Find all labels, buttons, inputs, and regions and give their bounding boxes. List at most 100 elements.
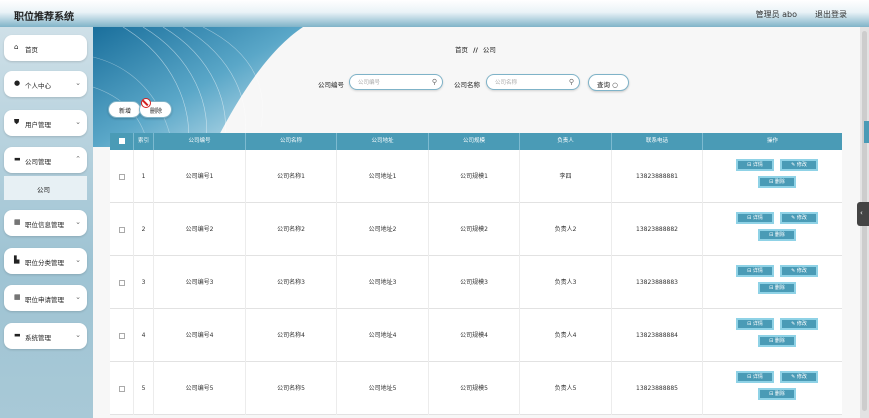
column-header: 公司名称 [246,133,337,150]
cell-company-address: 公司地址2 [337,203,429,256]
row-delete-button-label: ⊟ 删除 [769,338,785,344]
cell-phone: 13823888883 [612,256,703,309]
cell-company-code: 公司编号5 [154,362,246,415]
sidebar-item-job-application-management[interactable]: ▦ 职位申请管理 ⌄ [4,285,87,311]
cell-company-name: 公司名称3 [246,256,337,309]
detail-button-label: ⊟ 详情 [747,268,763,274]
sidebar-item-label: 系统管理 [25,334,51,342]
header-checkbox-cell [110,133,134,150]
sidebar-item-job-info-management[interactable]: ▦ 职位信息管理 ⌄ [4,210,87,236]
cell-operations: ⊟ 详情 ✎ 修改 ⊟ 删除 [703,150,842,203]
row-checkbox-cell [110,256,134,309]
cell-manager: 负责人3 [520,256,612,309]
detail-button-label: ⊟ 详情 [747,321,763,327]
sidebar-item-company-management[interactable]: ▬ 公司管理 ⌃ [4,147,87,173]
row-delete-button[interactable]: ⊟ 删除 [758,282,796,294]
cell-index: 5 [134,362,154,415]
row-checkbox-cell [110,203,134,256]
edit-button[interactable]: ✎ 修改 [780,265,818,277]
row-checkbox-cell [110,309,134,362]
detail-button[interactable]: ⊟ 详情 [736,265,774,277]
cell-company-name: 公司名称4 [246,309,337,362]
logout-link[interactable]: 退出登录 [815,9,847,20]
cell-company-name: 公司名称2 [246,203,337,256]
cell-company-name: 公司名称5 [246,362,337,415]
detail-button[interactable]: ⊟ 详情 [736,212,774,224]
company-code-search-field[interactable]: ⚲ [349,74,443,90]
home-icon: ⌂ [14,43,19,51]
edit-button[interactable]: ✎ 修改 [780,371,818,383]
detail-button[interactable]: ⊟ 详情 [736,371,774,383]
monitor-icon: ▬ [14,155,21,163]
grid-icon: ▦ [14,293,21,301]
row-checkbox[interactable] [118,279,125,286]
column-header: 联系电话 [612,133,703,150]
row-delete-button[interactable]: ⊟ 删除 [758,388,796,400]
current-user-label: 管理员 abo [755,10,797,19]
edit-button-label: ✎ 修改 [791,162,807,168]
search-icon: ⚲ [431,78,437,86]
edit-button[interactable]: ✎ 修改 [780,318,818,330]
row-checkbox[interactable] [118,226,125,233]
row-checkbox[interactable] [118,173,125,180]
row-checkbox-cell [110,362,134,415]
sidebar-item-job-category-management[interactable]: ▙ 职位分类管理 ⌄ [4,248,87,274]
collapse-panel-tab[interactable]: ‹ [857,202,869,226]
select-all-checkbox[interactable] [118,137,125,144]
detail-button[interactable]: ⊟ 详情 [736,159,774,171]
chevron-down-icon: ⌄ [75,218,81,226]
company-code-input[interactable] [358,78,430,87]
breadcrumb-home[interactable]: 首页 [455,46,468,54]
column-header: 公司规模 [429,133,520,150]
table-row: 4 公司编号4 公司名称4 公司地址4 公司规模4 负责人4 138238888… [110,309,842,362]
shield-icon: ⛊ [14,118,20,126]
chevron-down-icon: ⌄ [75,79,81,87]
sidebar-item-label: 用户管理 [25,121,51,129]
add-button[interactable]: 新增 [108,101,141,118]
cell-company-code: 公司编号4 [154,309,246,362]
cell-company-name: 公司名称1 [246,150,337,203]
breadcrumb-current: 公司 [482,46,496,54]
row-checkbox[interactable] [118,332,125,339]
company-name-search-field[interactable]: ⚲ [486,74,580,90]
row-checkbox[interactable] [118,385,125,392]
row-delete-button[interactable]: ⊟ 删除 [758,176,796,188]
cell-phone: 13823888885 [612,362,703,415]
query-button[interactable]: 查询 ○ [588,74,629,91]
cell-company-address: 公司地址4 [337,309,429,362]
decorative-wave-graphic [93,27,303,147]
grid-icon: ▦ [14,218,21,226]
edit-button[interactable]: ✎ 修改 [780,212,818,224]
sidebar-item-system-management[interactable]: ▬ 系统管理 ⌄ [4,323,87,349]
sidebar-item-home[interactable]: ⌂ 首页 [4,35,87,61]
cell-manager: 负责人5 [520,362,612,415]
cell-company-address: 公司地址1 [337,150,429,203]
column-header: 负责人 [520,133,612,150]
row-delete-button-label: ⊟ 删除 [769,179,785,185]
cell-company-scale: 公司规模1 [429,150,520,203]
sidebar-item-label: 公司管理 [25,158,51,166]
row-checkbox-cell [110,150,134,203]
detail-button-label: ⊟ 详情 [747,374,763,380]
chart-icon: ▙ [14,256,20,264]
sidebar-item-user-management[interactable]: ⛊ 用户管理 ⌄ [4,110,87,136]
side-accent-tab [864,121,869,143]
cell-operations: ⊟ 详情 ✎ 修改 ⊟ 删除 [703,309,842,362]
cell-company-code: 公司编号1 [154,150,246,203]
company-name-input[interactable] [495,78,567,87]
detail-button[interactable]: ⊟ 详情 [736,318,774,330]
row-delete-button[interactable]: ⊟ 删除 [758,229,796,241]
sidebar-subitem-company[interactable]: 公司 [4,176,87,200]
edit-button[interactable]: ✎ 修改 [780,159,818,171]
top-bar: 职位推荐系统 管理员 abo 退出登录 [0,0,869,27]
delete-button-label: 删除 [150,108,163,115]
row-delete-button[interactable]: ⊟ 删除 [758,335,796,347]
cell-phone: 13823888882 [612,203,703,256]
cell-phone: 13823888881 [612,150,703,203]
sidebar-item-personal-center[interactable]: ● 个人中心 ⌄ [4,71,87,97]
sidebar: ⌂ 首页 ● 个人中心 ⌄ ⛊ 用户管理 ⌄ ▬ 公司管理 ⌃ 公司 ▦ 职位信… [0,27,93,418]
sidebar-item-label: 首页 [25,46,38,54]
column-header: 公司地址 [337,133,429,150]
sidebar-item-label: 职位信息管理 [25,221,64,229]
row-delete-button-label: ⊟ 删除 [769,232,785,238]
